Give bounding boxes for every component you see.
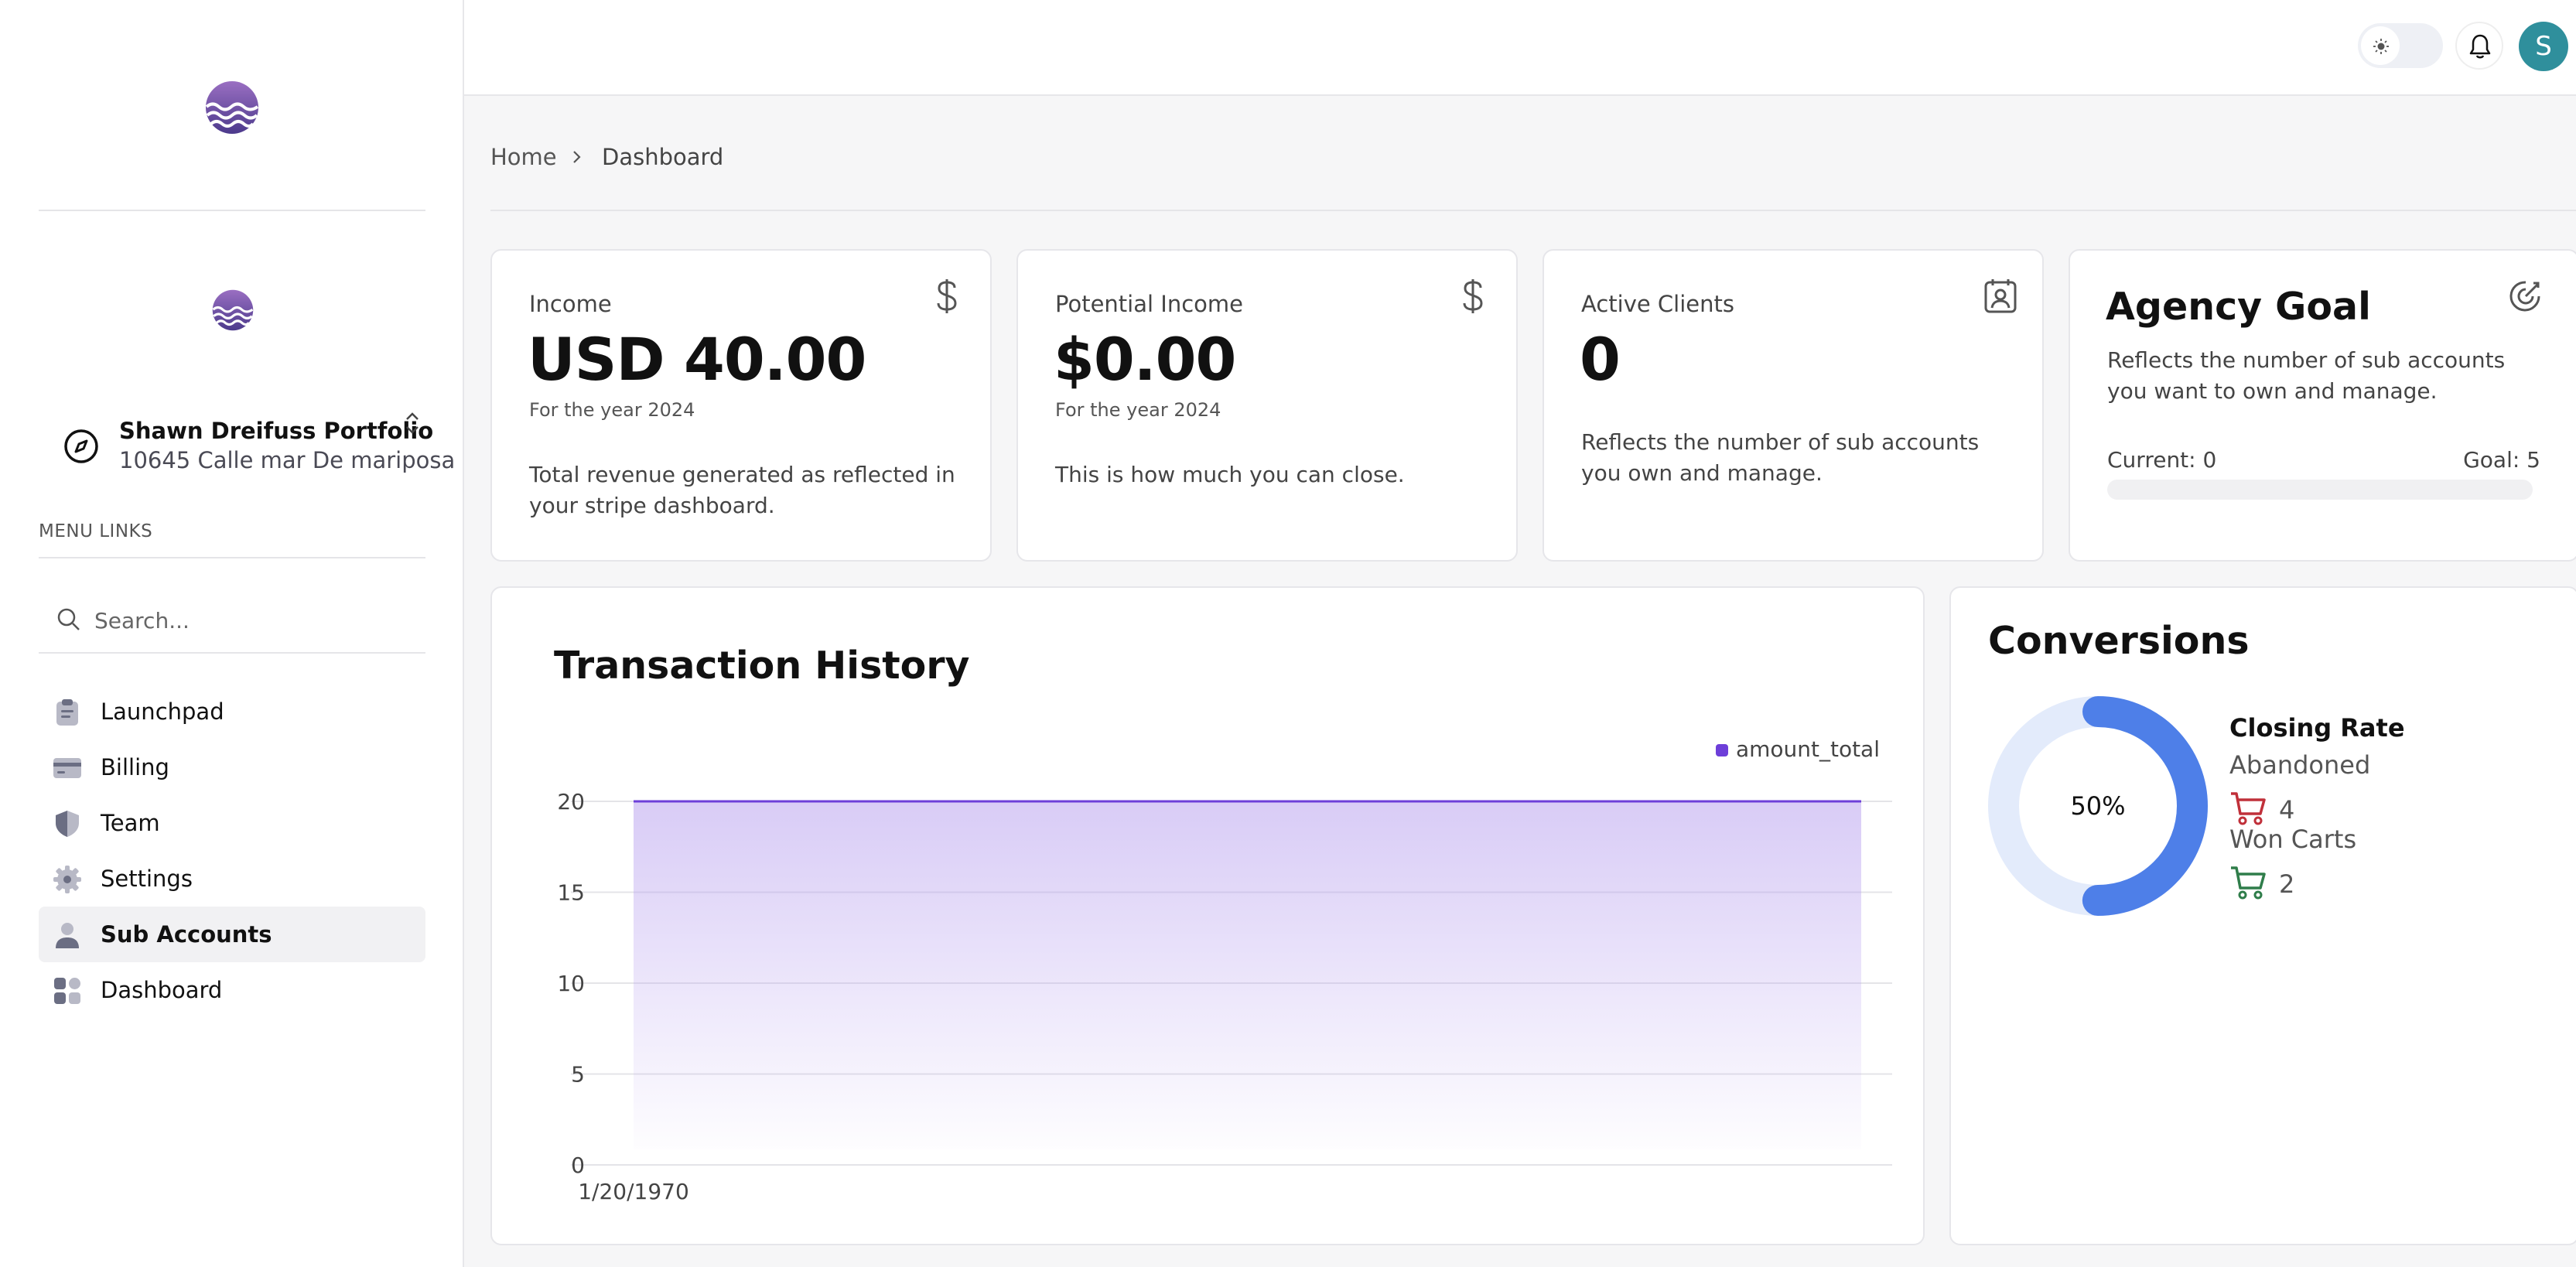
conversions-title: Conversions [1988, 619, 2250, 663]
sidebar-search [39, 588, 425, 653]
closing-rate-label: Closing Rate [2229, 713, 2405, 743]
sidebar-item-sub-accounts[interactable]: Sub Accounts [39, 907, 425, 962]
income-description: Total revenue generated as reflected in … [529, 462, 955, 518]
income-card: Income USD 40.00 For the year 2024 Total… [490, 249, 992, 562]
y-tick-label: 5 [571, 1062, 585, 1088]
transaction-chart: 0 5 10 15 20 1/20/1970 [557, 789, 1892, 1204]
grid-icon [54, 978, 80, 1004]
income-period: For the year 2024 [529, 399, 695, 421]
breadcrumb-current: Dashboard [602, 144, 724, 170]
shopping-cart-icon [2231, 866, 2266, 900]
notifications-button[interactable] [2455, 22, 2503, 70]
series-area [634, 801, 1861, 1149]
goal-progress-bar [2107, 480, 2533, 500]
sidebar-item-label: Billing [101, 754, 169, 780]
menu-heading: MENU LINKS [39, 521, 153, 541]
contact-icon [1984, 279, 2017, 313]
account-name: Shawn Dreifuss Portfolio [119, 418, 434, 444]
agency-goal-title: Agency Goal [2106, 285, 2371, 329]
search-input[interactable] [93, 600, 413, 640]
conversion-rate: 50% [2070, 791, 2126, 821]
user-avatar[interactable]: S [2519, 22, 2568, 71]
dollar-icon [937, 279, 957, 313]
agency-goal-card: Agency Goal Reflects the number of sub a… [2069, 249, 2576, 562]
sidebar-item-launchpad[interactable]: Launchpad [39, 684, 425, 739]
clipboard-icon [56, 699, 78, 726]
shopping-cart-icon [2231, 792, 2266, 825]
theme-toggle[interactable] [2358, 23, 2443, 68]
target-icon [2509, 281, 2540, 312]
sidebar-item-dashboard[interactable]: Dashboard [39, 962, 425, 1018]
active-clients-value: 0 [1580, 325, 1621, 394]
search-icon [57, 608, 80, 630]
goal-target: Goal: 5 [2463, 447, 2540, 473]
sidebar-item-label: Launchpad [101, 698, 224, 725]
compass-icon [64, 429, 98, 463]
breadcrumb-home[interactable]: Home [490, 144, 557, 170]
sidebar-item-label: Dashboard [101, 977, 223, 1003]
bell-icon [2469, 34, 2491, 59]
credit-card-icon [53, 758, 81, 778]
chevron-right-icon [573, 151, 581, 163]
sidebar-item-team[interactable]: Team [39, 795, 425, 851]
goal-current: Current: 0 [2107, 447, 2217, 473]
potential-income-label: Potential Income [1055, 291, 1243, 317]
active-clients-label: Active Clients [1581, 291, 1734, 317]
sun-icon [2373, 39, 2389, 54]
top-bar: S [464, 0, 2576, 96]
shield-icon [56, 811, 79, 837]
sidebar-item-billing[interactable]: Billing [39, 739, 425, 795]
account-switcher[interactable]: Shawn Dreifuss Portfolio 10645 Calle mar… [39, 410, 455, 480]
sidebar-item-label: Team [101, 810, 160, 836]
sidebar-item-settings[interactable]: Settings [39, 851, 425, 907]
active-clients-description: Reflects the number of sub accounts you … [1581, 429, 1980, 486]
sidebar-divider [39, 652, 425, 654]
y-tick-label: 10 [557, 971, 585, 996]
agency-goal-description: Reflects the number of sub accounts you … [2107, 347, 2506, 404]
y-tick-label: 20 [557, 789, 585, 814]
account-logo [212, 289, 254, 331]
abandoned-count: 4 [2279, 795, 2295, 825]
sidebar: Shawn Dreifuss Portfolio 10645 Calle mar… [0, 0, 464, 1267]
potential-income-description: This is how much you can close. [1055, 462, 1405, 487]
sidebar-divider [39, 210, 425, 211]
dollar-icon [1463, 279, 1483, 313]
won-carts-label: Won Carts [2229, 825, 2357, 854]
chevron-up-down-icon[interactable] [402, 410, 422, 436]
potential-income-period: For the year 2024 [1055, 399, 1221, 421]
y-tick-label: 15 [557, 880, 585, 906]
transaction-history-card: Transaction History amount_total 0 5 10 15 2… [490, 586, 1925, 1245]
y-tick-label: 0 [571, 1153, 585, 1178]
sidebar-divider [39, 557, 425, 558]
account-address: 10645 Calle mar De mariposa [119, 447, 456, 473]
potential-income-card: Potential Income $0.00 For the year 2024… [1016, 249, 1518, 562]
income-value: USD 40.00 [528, 325, 866, 394]
abandoned-label: Abandoned [2229, 750, 2371, 780]
income-label: Income [529, 291, 612, 317]
gear-icon [53, 866, 81, 893]
sidebar-item-label: Sub Accounts [101, 921, 272, 948]
x-tick-label: 1/20/1970 [578, 1179, 689, 1204]
brand-logo[interactable] [205, 80, 259, 135]
person-icon [56, 923, 79, 948]
conversions-card: Conversions 50% Closing Rate Abandoned 4… [1949, 586, 2576, 1245]
active-clients-card: Active Clients 0 Reflects the number of … [1543, 249, 2044, 562]
theme-toggle-knob [2361, 26, 2400, 65]
potential-income-value: $0.00 [1054, 325, 1236, 394]
main-divider [490, 210, 2576, 211]
sidebar-item-label: Settings [101, 866, 193, 892]
won-carts-count: 2 [2279, 869, 2295, 899]
